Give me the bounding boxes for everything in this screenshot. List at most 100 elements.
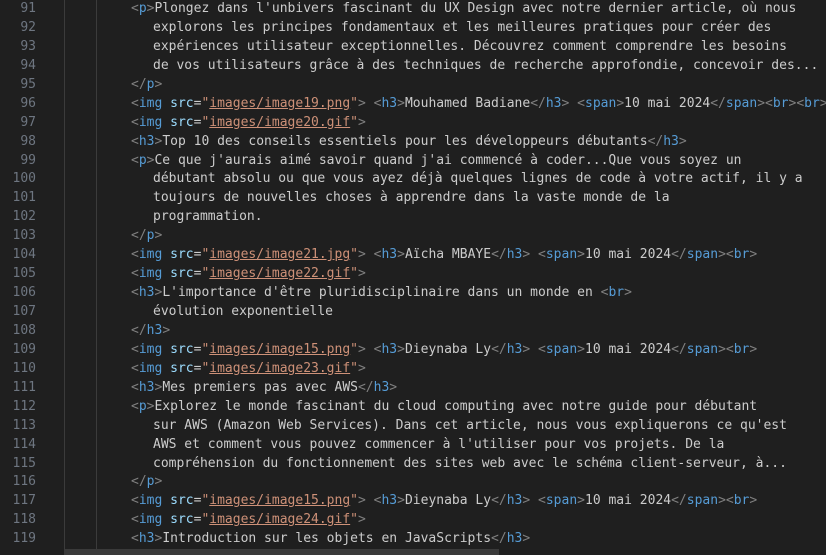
indent-guide — [96, 189, 97, 209]
code-line[interactable]: 97 <img src="images/image20.gif"> — [0, 113, 826, 133]
code-token: h3 — [381, 493, 398, 509]
code-token: br — [608, 285, 625, 301]
code-token: span — [585, 95, 617, 111]
code-token: h3 — [138, 531, 155, 547]
code-token: < — [131, 114, 139, 130]
line-number: 118 — [12, 512, 36, 528]
code-line[interactable]: 111 <h3>Mes premiers pas avec AWS</h3> — [0, 378, 826, 398]
code-line[interactable]: 108 </h3> — [0, 321, 826, 341]
horizontal-scrollbar[interactable] — [64, 549, 499, 555]
code-line[interactable]: 109 <img src="images/image15.png"> <h3>Di… — [0, 340, 826, 360]
code-line[interactable]: 106 <h3 > L'importance d'être pluridiscipli… — [0, 284, 826, 303]
code-token: < — [131, 531, 139, 547]
code-token: < — [131, 1, 139, 16]
indent-guide — [64, 208, 65, 228]
indent-guide — [64, 113, 65, 133]
indent-guide — [96, 170, 97, 190]
code-token: Plongez dans l'unbivers fascinant du UX … — [154, 1, 797, 16]
code-line[interactable]: 107 évolution exponentielle — [0, 303, 826, 322]
code-token: Explorez le monde fascinant du cloud com… — [154, 398, 758, 414]
code-line[interactable]: 102 programmation. — [0, 208, 826, 228]
code-token: > — [577, 341, 585, 357]
line-content: <img src="images/image21.jpg"> <h3>Aïcha… — [131, 246, 757, 265]
file-path-link[interactable]: images/image15.png — [209, 342, 350, 357]
code-token: h3 — [381, 341, 398, 357]
indent-guide — [96, 18, 97, 38]
code-token: h3 — [138, 379, 155, 395]
line-content: programmation. — [153, 208, 263, 227]
line-number: 103 — [12, 228, 36, 244]
code-token: </ — [710, 95, 726, 111]
code-token: < — [765, 95, 773, 111]
code-token: Mouhamed Badiane — [404, 95, 531, 111]
line-content: <img src="images/image22.gif"> — [131, 265, 366, 284]
indent-guide — [96, 227, 97, 247]
code-lines[interactable]: 91 <p>Plongez dans l'unbivers fascinant d… — [0, 0, 826, 550]
code-line[interactable]: 113 sur AWS (Amazon Web Services). Dans c… — [0, 416, 826, 436]
code-line[interactable]: 95 </p> — [0, 75, 826, 95]
code-line[interactable]: 118 <img src="images/image24.gif"> — [0, 511, 826, 531]
code-token: < — [131, 95, 139, 111]
code-line[interactable]: 93 expériences utilisateur exceptionnelle… — [0, 37, 826, 57]
code-line[interactable]: 94 de vos utilisateurs grâce à des techni… — [0, 56, 826, 76]
file-path-link[interactable]: images/image20.gif — [209, 115, 350, 130]
file-path-link[interactable]: images/image24.gif — [209, 512, 350, 527]
code-token: > — [358, 512, 366, 528]
file-path-link[interactable]: images/image22.gif — [209, 266, 350, 281]
code-token: h3 — [138, 285, 155, 301]
file-path-link[interactable]: images/image15.png — [209, 493, 350, 508]
code-line[interactable]: 92 explorons les principes fondamentaux e… — [0, 18, 826, 38]
code-line[interactable]: 114 AWS et comment vous pouvez commencer … — [0, 435, 826, 455]
code-line[interactable]: 101 toujours de nouvelles choses à appren… — [0, 189, 826, 209]
indent-guide — [64, 511, 65, 531]
code-line[interactable]: 117 <img src="images/image15.png"> <h3>Di… — [0, 492, 826, 512]
indent-guide — [96, 265, 97, 285]
line-number: 115 — [12, 455, 36, 471]
code-line[interactable]: 112 <p>Explorez le monde fascinant du clo… — [0, 397, 826, 417]
line-number: 114 — [12, 436, 36, 452]
line-content: débutant absolu ou que vous ayez déjà qu… — [153, 170, 803, 189]
code-line[interactable]: 91 <p>Plongez dans l'unbivers fascinant d… — [0, 0, 826, 19]
indent-guide — [64, 416, 65, 436]
code-line[interactable]: 115 compréhension du fonctionnement des s… — [0, 454, 826, 474]
code-token: src — [170, 95, 194, 111]
code-token: p — [138, 1, 147, 16]
line-content: toujours de nouvelles choses à apprendre… — [153, 189, 670, 208]
line-number: 92 — [20, 19, 36, 35]
indent-guide — [96, 56, 97, 76]
code-token: > — [154, 76, 163, 92]
code-token: Ce que j'aurais aimé savoir quand j'ai c… — [154, 152, 742, 168]
code-token: h3 — [506, 341, 523, 357]
code-line[interactable]: 119 <h3>Introduction sur les objets en Ja… — [0, 530, 826, 550]
code-token: > — [757, 95, 766, 111]
code-token: " — [350, 95, 358, 111]
code-line[interactable]: 98 <h3>Top 10 des conseils essentiels pou… — [0, 132, 826, 152]
file-path-link[interactable]: images/image19.png — [209, 96, 350, 111]
code-token: < — [796, 95, 805, 111]
code-token: < — [131, 152, 139, 168]
code-line[interactable]: 100 débutant absolu ou que vous ayez déjà… — [0, 170, 826, 190]
line-number: 94 — [20, 57, 36, 73]
code-line[interactable]: 110 <img src="images/image23.gif"> — [0, 359, 826, 379]
line-number: 102 — [12, 209, 36, 225]
line-content: <p>Ce que j'aurais aimé savoir quand j'a… — [131, 152, 741, 171]
code-line[interactable]: 103 </p> — [0, 227, 826, 247]
code-token: h3 — [138, 133, 155, 149]
code-token: </ — [671, 493, 687, 509]
code-editor[interactable]: 91 <p>Plongez dans l'unbivers fascinant d… — [0, 0, 826, 555]
file-path-link[interactable]: images/image21.jpg — [209, 247, 350, 262]
code-line[interactable]: 116 </p> — [0, 473, 826, 493]
code-line[interactable]: 96 <img src="images/image19.png"> <h3>Mou… — [0, 94, 826, 114]
code-line[interactable]: 105 <img src="images/image22.gif"> — [0, 265, 826, 285]
file-path-link[interactable]: images/image23.gif — [209, 361, 350, 376]
indent-guide — [64, 75, 65, 95]
line-content: <p>Explorez le monde fascinant du cloud … — [131, 398, 757, 417]
code-token: > — [522, 531, 531, 547]
code-line[interactable]: 99 <p>Ce que j'aurais aimé savoir quand j… — [0, 151, 826, 171]
indent-guide — [96, 511, 97, 531]
code-line[interactable]: 104 <img src="images/image21.jpg"> <h3>Aï… — [0, 246, 826, 266]
code-token: expériences utilisateur exceptionnelles.… — [153, 38, 787, 54]
